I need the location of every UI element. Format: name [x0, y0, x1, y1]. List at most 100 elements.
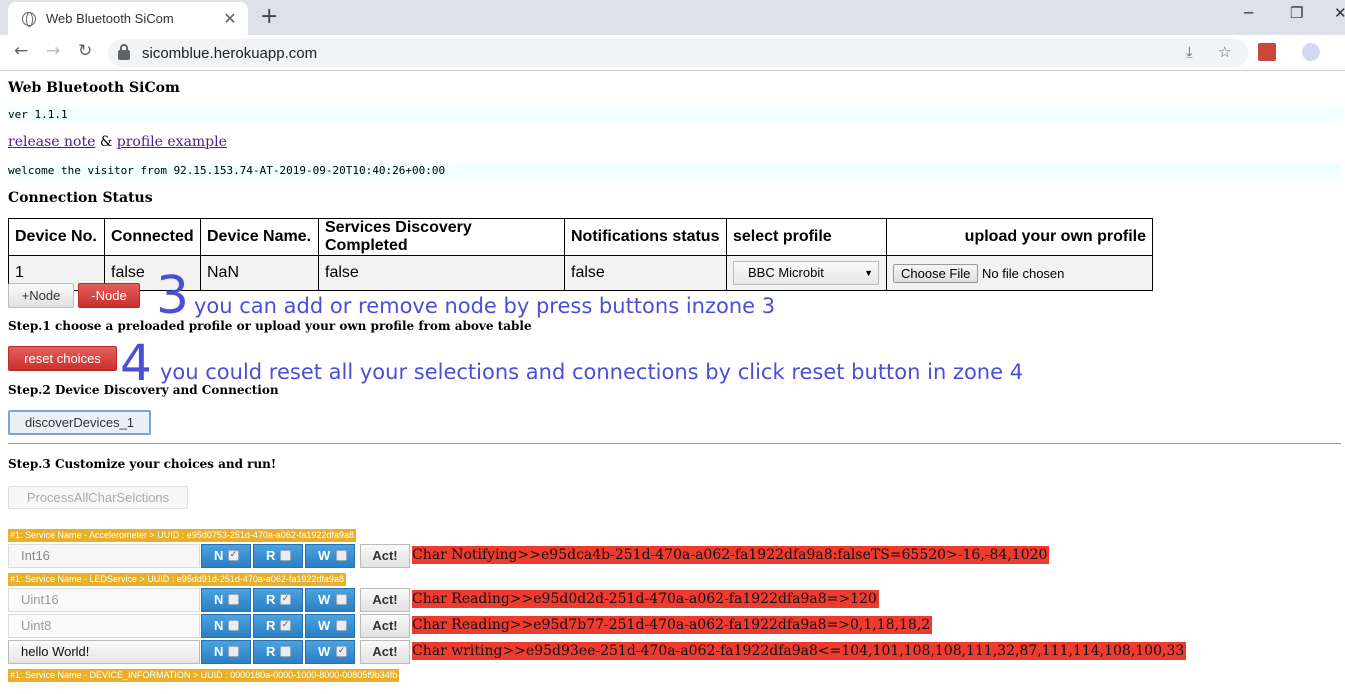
read-checkbox[interactable]: ✓: [280, 620, 291, 631]
remove-node-button[interactable]: -Node: [78, 283, 140, 308]
write-checkbox[interactable]: [336, 620, 347, 631]
profile-example-link[interactable]: profile example: [117, 134, 227, 150]
write-flag[interactable]: W: [305, 614, 355, 638]
act-button[interactable]: Act!: [360, 614, 410, 638]
browser-tab[interactable]: Web Bluetooth SiCom ✕: [8, 2, 248, 35]
notify-checkbox[interactable]: [228, 594, 239, 605]
notify-flag[interactable]: N ✓: [201, 544, 251, 568]
file-status: No file chosen: [982, 265, 1065, 281]
service-label: #1: Service Name - DEVICE_INFORMATION > …: [8, 669, 400, 682]
table-header-row: Device No. Connected Device Name. Servic…: [8, 218, 1153, 256]
char-value-field[interactable]: Int16: [8, 544, 200, 568]
write-label: W: [318, 618, 331, 633]
write-checkbox[interactable]: ✓: [336, 646, 347, 657]
write-flag[interactable]: W: [305, 588, 355, 612]
write-checkbox[interactable]: [336, 594, 347, 605]
write-label: W: [318, 644, 331, 659]
profile-select[interactable]: BBC Microbit ▼: [733, 261, 879, 285]
step1-heading: Step.1 choose a preloaded profile or upl…: [8, 319, 532, 333]
bookmark-star-icon[interactable]: ☆: [1218, 43, 1231, 61]
reload-icon[interactable]: ↻: [78, 41, 92, 61]
connection-status-heading: Connection Status: [8, 190, 153, 206]
char-value-field[interactable]: Uint8: [8, 614, 200, 638]
cell-device-name: NaN: [200, 255, 319, 291]
col-notifications: Notifications status: [564, 218, 727, 256]
notify-checkbox[interactable]: ✓: [228, 550, 239, 561]
lock-icon: [118, 44, 130, 60]
read-flag[interactable]: R ✓: [253, 614, 303, 638]
download-icon[interactable]: ⤓: [1186, 43, 1193, 61]
char-value-field[interactable]: hello World!: [8, 640, 200, 664]
link-separator: &: [99, 134, 113, 150]
write-checkbox[interactable]: [336, 550, 347, 561]
act-button[interactable]: Act!: [360, 588, 410, 612]
char-result: Char Notifying>>e95dca4b-251d-470a-a062-…: [412, 546, 1050, 564]
zone4-number: 4: [120, 334, 152, 392]
read-flag[interactable]: R: [253, 640, 303, 664]
read-checkbox[interactable]: [280, 550, 291, 561]
char-result: Char Reading>>e95d7b77-251d-470a-a062-fa…: [412, 616, 933, 634]
close-tab-icon[interactable]: ✕: [222, 9, 238, 29]
new-tab-icon[interactable]: +: [260, 4, 278, 29]
url-text[interactable]: sicomblue.herokuapp.com: [142, 45, 317, 62]
notify-flag[interactable]: N: [201, 640, 251, 664]
zone3-annotation: you can add or remove node by press butt…: [194, 294, 776, 318]
notify-checkbox[interactable]: [228, 646, 239, 657]
char-result: Char Reading>>e95d0d2d-251d-470a-a062-fa…: [412, 590, 879, 608]
minimize-icon[interactable]: ─: [1244, 4, 1253, 22]
notify-label: N: [214, 618, 224, 633]
cell-services-discovery: false: [318, 255, 565, 291]
notify-flag[interactable]: N: [201, 588, 251, 612]
release-note-link[interactable]: release note: [8, 134, 95, 150]
notify-label: N: [214, 644, 224, 659]
discover-devices-button[interactable]: discoverDevices_1: [8, 410, 151, 435]
write-flag[interactable]: W ✓: [305, 640, 355, 664]
forward-icon[interactable]: →: [46, 41, 60, 61]
choose-file-button[interactable]: Choose File: [893, 263, 979, 283]
col-connected: Connected: [104, 218, 201, 256]
act-button[interactable]: Act!: [360, 544, 410, 568]
char-value-field[interactable]: Uint16: [8, 588, 200, 612]
page-title: Web Bluetooth SiCom: [8, 80, 180, 96]
step3-heading: Step.3 Customize your choices and run!: [8, 457, 277, 471]
read-label: R: [266, 592, 276, 607]
pdf-extension-icon[interactable]: [1258, 43, 1276, 61]
read-flag[interactable]: R: [253, 544, 303, 568]
profile-avatar-icon[interactable]: [1302, 43, 1320, 61]
cell-notifications: false: [564, 255, 727, 291]
read-checkbox[interactable]: [280, 646, 291, 657]
write-label: W: [318, 548, 331, 563]
col-device-no: Device No.: [8, 218, 105, 256]
act-button[interactable]: Act!: [360, 640, 410, 664]
address-bar[interactable]: sicomblue.herokuapp.com ⤓ ☆: [108, 39, 1248, 67]
cell-upload-profile: Choose File No file chosen: [886, 255, 1153, 291]
add-node-button[interactable]: +Node: [8, 283, 74, 308]
service-label: #1: Service Name - Accelerometer > UUID …: [8, 529, 356, 542]
service-label: #1: Service Name - LEDService > UUID : e…: [8, 573, 346, 586]
read-label: R: [266, 548, 276, 563]
reset-choices-button[interactable]: reset choices: [8, 346, 117, 371]
globe-icon: [22, 11, 36, 27]
notify-label: N: [214, 592, 224, 607]
version-text: ver 1.1.1: [8, 107, 1341, 122]
back-icon[interactable]: ←: [14, 41, 28, 61]
chevron-down-icon: ▼: [864, 268, 873, 278]
browser-toolbar: ← → ↻ sicomblue.herokuapp.com ⤓ ☆: [0, 35, 1345, 71]
write-flag[interactable]: W: [305, 544, 355, 568]
char-result: Char writing>>e95d93ee-251d-470a-a062-fa…: [412, 642, 1187, 660]
read-flag[interactable]: R ✓: [253, 588, 303, 612]
process-all-button[interactable]: ProcessAllCharSelctions: [8, 486, 188, 509]
zone4-annotation: you could reset all your selections and …: [160, 360, 1024, 384]
notify-checkbox[interactable]: [228, 620, 239, 631]
window-close-icon[interactable]: ✕: [1334, 4, 1345, 22]
read-label: R: [266, 644, 276, 659]
tab-bar: Web Bluetooth SiCom ✕ + ─ ❐ ✕: [0, 0, 1345, 35]
write-label: W: [318, 592, 331, 607]
read-checkbox[interactable]: ✓: [280, 594, 291, 605]
zone3-number: 3: [156, 266, 190, 326]
notify-flag[interactable]: N: [201, 614, 251, 638]
restore-icon[interactable]: ❐: [1290, 4, 1303, 22]
profile-select-value: BBC Microbit: [748, 265, 824, 280]
tab-title: Web Bluetooth SiCom: [46, 11, 174, 26]
col-services-discovery: Services Discovery Completed: [318, 218, 565, 256]
